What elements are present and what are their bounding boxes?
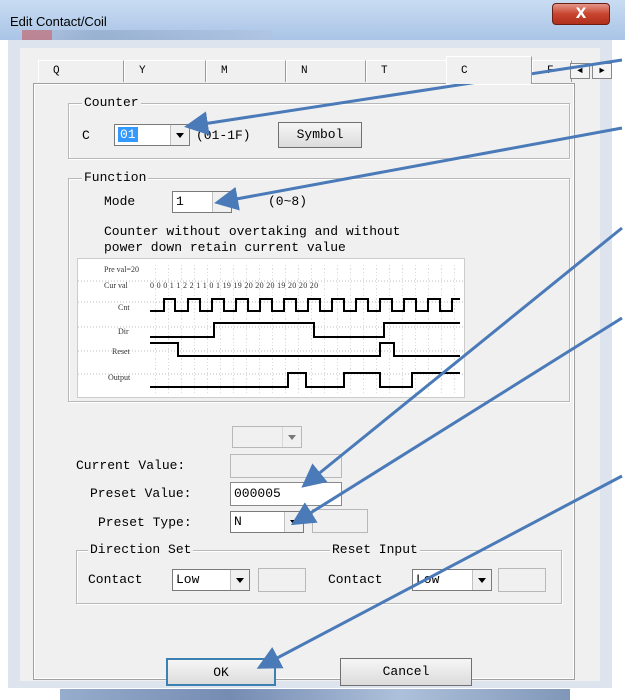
reset-extra-field [498, 568, 546, 592]
symbol-button[interactable]: Symbol [278, 122, 362, 148]
counter-prefix-label: C [82, 128, 90, 143]
timing-diagram-graphic [78, 263, 464, 395]
direction-set-legend: Direction Set [88, 542, 194, 557]
chevron-down-icon[interactable] [230, 570, 249, 590]
tab-scroll-left-icon[interactable]: ◄ [570, 63, 590, 79]
chevron-down-icon [282, 427, 301, 447]
current-value-field[interactable] [230, 454, 342, 478]
mode-select[interactable]: 1 [172, 191, 232, 213]
preset-type-select[interactable]: N [230, 511, 304, 533]
timing-cur-label: Cur val [104, 281, 128, 290]
chevron-down-icon[interactable] [472, 570, 491, 590]
window-title: Edit Contact/Coil [10, 14, 107, 29]
timing-signal-reset: Reset [112, 347, 130, 356]
timing-cur-values: 0 0 0 1 1 2 2 1 1 0 1 19 19 20 20 20 19 … [150, 281, 319, 290]
mode-range-label: (0~8) [268, 194, 308, 209]
taskbar-strip [60, 689, 570, 700]
preset-extra-field [312, 509, 368, 533]
tab-scroll-arrows: ◄ ► [570, 62, 614, 79]
mode-select-value: 1 [176, 194, 184, 209]
disabled-select [232, 426, 302, 448]
tab-label: T [381, 65, 388, 77]
mode-label: Mode [104, 194, 136, 209]
direction-contact-value: Low [176, 572, 200, 587]
timing-signal-dir: Dir [118, 327, 129, 336]
tab-y[interactable]: Y [124, 60, 206, 82]
preset-type-label: Preset Type: [98, 515, 192, 530]
reset-contact-value: Low [416, 572, 440, 587]
reset-contact-label: Contact [328, 572, 383, 587]
chevron-down-icon[interactable] [212, 192, 231, 212]
timing-preset-label: Pre val=20 [104, 265, 139, 274]
counter-legend: Counter [82, 95, 141, 110]
reset-input-legend: Reset Input [330, 542, 420, 557]
tab-q[interactable]: Q [38, 60, 124, 82]
close-button[interactable]: X [552, 3, 610, 25]
preset-value-label: Preset Value: [90, 486, 192, 501]
direction-extra-field [258, 568, 306, 592]
title-bar-background [22, 30, 272, 40]
timing-diagram: Pre val=20 Cur val 0 0 0 1 1 2 2 1 1 0 1… [77, 258, 465, 398]
counter-select[interactable]: 01 [114, 124, 190, 146]
preset-value-field[interactable]: 000005 [230, 482, 342, 506]
tab-label: C [461, 65, 468, 77]
tab-label: Q [53, 65, 60, 77]
tab-f[interactable]: F [532, 60, 572, 82]
preset-type-value: N [234, 514, 242, 529]
reset-contact-select[interactable]: Low [412, 569, 492, 591]
direction-contact-label: Contact [88, 572, 143, 587]
ok-button[interactable]: OK [166, 658, 276, 686]
tab-t[interactable]: T [366, 60, 448, 82]
chevron-down-icon[interactable] [284, 512, 303, 532]
tab-scroll-right-icon[interactable]: ► [592, 63, 612, 79]
tab-n[interactable]: N [286, 60, 366, 82]
counter-range-label: (01-1F) [196, 128, 251, 143]
timing-signal-output: Output [108, 373, 131, 382]
tab-label: Y [139, 65, 146, 77]
tab-label: M [221, 65, 228, 77]
timing-signal-cnt: Cnt [118, 303, 130, 312]
direction-contact-select[interactable]: Low [172, 569, 250, 591]
current-value-label: Current Value: [76, 458, 186, 473]
mode-description-line2: power down retain current value [104, 240, 346, 255]
dialog-window: Edit Contact/Coil X Q Y M N T C F ◄ ► Cou… [0, 0, 625, 700]
function-legend: Function [82, 170, 149, 185]
chevron-down-icon[interactable] [170, 125, 189, 145]
tab-label: N [301, 65, 308, 77]
cancel-button[interactable]: Cancel [340, 658, 472, 686]
counter-select-value: 01 [118, 127, 138, 142]
tab-label: F [547, 65, 554, 77]
mode-description-line1: Counter without overtaking and without [104, 224, 401, 239]
tab-c[interactable]: C [446, 56, 532, 84]
tab-m[interactable]: M [206, 60, 286, 82]
